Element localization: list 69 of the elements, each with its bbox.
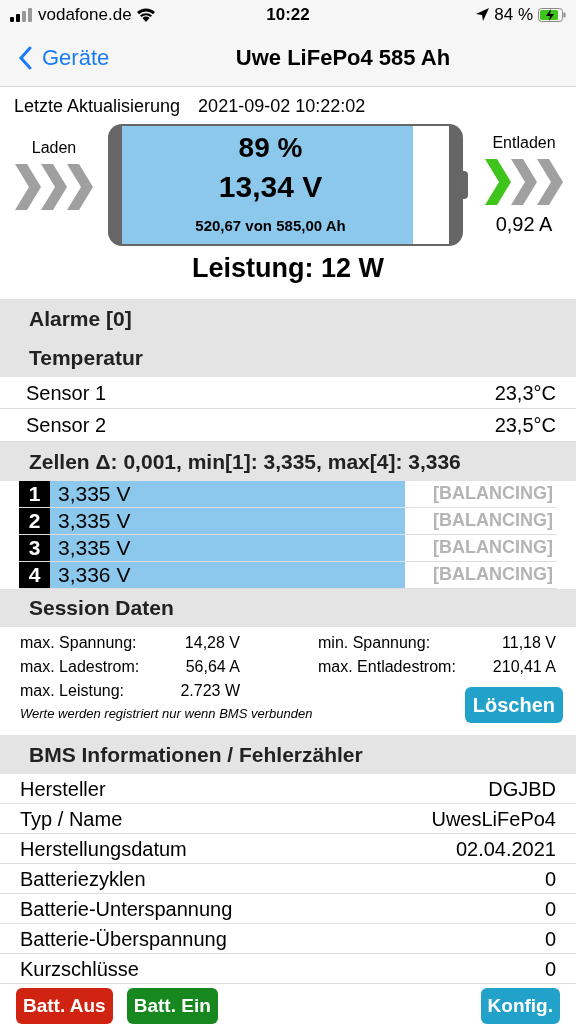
stat-label: max. Leistung: [20,681,125,701]
info-value: UwesLiFePo4 [431,806,556,832]
session-note: Werte werden registriert nur wenn BMS verbunden [20,704,313,723]
stat-label: max. Spannung: [20,633,137,653]
section-title: Temperatur [29,344,143,371]
battery-percent: 84 % [494,4,533,27]
info-label: Herstellungsdatum [20,836,187,862]
update-timestamp: 2021-09-02 10:22:02 [198,94,366,118]
info-value: 0 [544,866,556,892]
stat-value: 14,28 V [184,633,240,653]
stat-label: min. Spannung: [318,633,431,653]
action-button[interactable]: Batt. Aus [16,988,113,1024]
stat-label: max. Entladestrom: [318,657,456,677]
info-value: 0 [544,926,556,952]
stat-value: 210,41 A [492,657,556,677]
cell-number: 4 [19,561,50,588]
cell-voltage: 3,335 V [57,534,131,561]
sensor-value: 23,3°C [494,380,556,406]
cell-voltage: 3,336 V [57,561,131,588]
screen-title: Uwe LiFePo4 585 Ah [234,44,452,73]
balancing-status: [BALANCING] [433,482,554,505]
info-value: 0 [544,896,556,922]
stat-label: max. Ladestrom: [20,657,140,677]
section-title: BMS Informationen / Fehlerzähler [29,741,363,768]
cell-voltage: 3,335 V [57,507,131,534]
back-button[interactable]: Geräte [0,41,110,75]
info-label: Kurzschlüsse [20,956,139,982]
charge-label: Laden [31,137,77,158]
section-title: Session Daten [29,595,174,621]
info-label: Batterie-Überspannung [20,926,227,952]
action-button[interactable]: Batt. Ein [126,988,218,1024]
power-reading: Leistung: 12 W [192,252,384,286]
location-icon [476,8,490,22]
back-chevron-icon [18,45,32,70]
info-label: Hersteller [20,776,106,802]
section-title: Alarme [0] [29,306,132,333]
balancing-status: [BALANCING] [433,536,554,559]
sensor-name: Sensor 2 [26,413,107,439]
sensor-name: Sensor 1 [26,380,107,406]
carrier-name: vodafone.de [38,4,132,27]
voltage-reading: 13,34 V [218,171,323,202]
stat-value: 2.723 W [180,681,240,701]
update-label: Letzte Aktualisierung [14,94,181,118]
signal-icon [10,7,34,22]
section-title: Zellen Δ: 0,001, min[1]: 3,335, max[4]: 3,336 [29,448,461,475]
cell-number: 2 [19,507,50,534]
clock: 10:22 [265,4,311,27]
info-value: 0 [544,956,556,982]
info-label: Typ / Name [20,806,123,832]
cell-number: 1 [19,480,50,507]
wifi-icon [135,7,156,23]
cell-number: 3 [19,534,50,561]
clear-button[interactable]: Löschen [464,687,563,723]
discharge-label: Entladen [492,132,556,153]
stat-value: 56,64 A [185,657,240,677]
battery-charging-icon [538,7,566,22]
action-button[interactable]: Konfig. [480,988,560,1024]
discharge-current: 0,92 A [495,211,553,237]
info-value: 02.04.2021 [455,836,556,862]
sensor-value: 23,5°C [494,413,556,439]
info-value: DGJBD [488,776,556,802]
stat-value: 11,18 V [502,633,556,653]
info-label: Batterie-Unterspannung [20,896,233,922]
info-label: Batteriezyklen [20,866,146,892]
balancing-status: [BALANCING] [433,509,554,532]
balancing-status: [BALANCING] [433,563,554,586]
cell-voltage: 3,335 V [57,480,131,507]
state-of-charge: 89 % [238,133,303,162]
capacity-reading: 520,67 von 585,00 Ah [195,217,346,233]
